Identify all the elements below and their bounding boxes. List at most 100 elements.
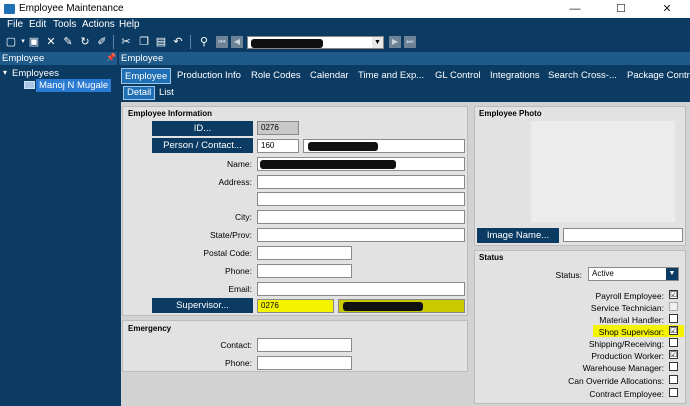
email-field[interactable] [257, 282, 465, 296]
shop-supervisor-label: Shop Supervisor: [598, 327, 664, 337]
delete-icon[interactable]: ✕ [44, 35, 58, 49]
city-label: City: [235, 212, 252, 222]
person-contact-name-field[interactable] [303, 139, 465, 153]
status-label: Status: [555, 270, 582, 280]
toolbar: ▢ ▾ ▣ ✕ ✎ ↻ ✐ ✂ ❐ ▤ ↶ ⚲ ⏮ ◀ ▼ ▶ ⏭ [0, 32, 690, 52]
menu-file[interactable]: File [7, 19, 23, 30]
main-header: Employee [119, 52, 690, 65]
image-name-field[interactable] [563, 228, 683, 242]
shipping-receiving-checkbox[interactable] [669, 338, 678, 347]
redacted-text [308, 142, 378, 151]
subtab-list[interactable]: List [159, 86, 174, 100]
postal-code-field[interactable] [257, 246, 352, 260]
emergency-contact-field[interactable] [257, 338, 352, 352]
menu-tools[interactable]: Tools [53, 19, 76, 30]
postal-code-label: Postal Code: [203, 248, 252, 258]
id-field[interactable]: 0276 [257, 121, 299, 135]
warehouse-manager-label: Warehouse Manager: [582, 363, 664, 373]
copy-icon[interactable]: ❐ [137, 35, 151, 49]
supervisor-name-field[interactable] [338, 299, 465, 313]
payroll-employee-checkbox[interactable]: ☑ [669, 290, 678, 299]
tree-item-employee[interactable]: Manoj N Mugale [36, 79, 112, 92]
person-contact-button[interactable]: Person / Contact... [152, 138, 253, 153]
phone-field[interactable] [257, 264, 352, 278]
cut-icon[interactable]: ✂ [119, 35, 133, 49]
save-icon[interactable]: ▣ [27, 35, 41, 49]
tab-production-info[interactable]: Production Info [177, 68, 241, 84]
tree-root[interactable]: Employees [12, 68, 59, 79]
address-line2-field[interactable] [257, 192, 465, 206]
tab-search[interactable]: Search [548, 68, 578, 84]
image-name-button[interactable]: Image Name... [477, 228, 559, 243]
state-label: State/Prov: [209, 230, 252, 240]
maximize-button[interactable]: ☐ [598, 0, 644, 18]
tree-pane-header: Employee [0, 52, 117, 65]
window-title: Employee Maintenance [19, 3, 124, 14]
emergency-phone-field[interactable] [257, 356, 352, 370]
last-record-icon[interactable]: ⏭ [404, 36, 416, 48]
menu-edit[interactable]: Edit [29, 19, 46, 30]
contract-employee-checkbox[interactable] [669, 388, 678, 397]
close-button[interactable]: ✕ [644, 0, 690, 18]
tab-gl-control[interactable]: GL Control [435, 68, 481, 84]
subtab-detail[interactable]: Detail [123, 86, 156, 100]
employee-card-icon [24, 81, 35, 89]
supervisor-id-field[interactable]: 0276 [257, 299, 334, 313]
person-contact-id-field[interactable]: 160 [257, 139, 299, 153]
chevron-down-icon[interactable]: ▼ [666, 268, 678, 280]
shipping-receiving-label: Shipping/Receiving: [588, 339, 664, 349]
address-line1-field[interactable] [257, 175, 465, 189]
minimize-button[interactable]: — [552, 0, 598, 18]
tab-integrations[interactable]: Integrations [490, 68, 540, 84]
toolbar-separator [190, 35, 191, 49]
emergency-phone-label: Phone: [225, 358, 252, 368]
photo-frame [531, 121, 675, 222]
undo-icon[interactable]: ↶ [171, 35, 185, 49]
shop-supervisor-checkbox[interactable]: ☑ [669, 326, 678, 335]
toolbar-separator [113, 35, 114, 49]
title-bar: Employee Maintenance — ☐ ✕ [0, 0, 690, 18]
material-handler-label: Material Handler: [599, 315, 664, 325]
tab-employee[interactable]: Employee [121, 68, 172, 84]
pin-icon[interactable]: 📌 [106, 53, 116, 62]
paste-icon[interactable]: ▤ [154, 35, 168, 49]
warehouse-manager-checkbox[interactable] [669, 362, 678, 371]
state-field[interactable] [257, 228, 465, 242]
tree-pane: Employee 📌 ▾ Employees Manoj N Mugale [0, 52, 117, 406]
tab-cross[interactable]: Cross-... [581, 68, 617, 84]
city-field[interactable] [257, 210, 465, 224]
tab-time-and-expense[interactable]: Time and Exp... [358, 68, 424, 84]
override-allocations-checkbox[interactable] [669, 375, 678, 384]
chevron-down-icon[interactable]: ▼ [372, 37, 383, 48]
status-title: Status [479, 253, 504, 262]
service-technician-checkbox[interactable] [669, 302, 678, 311]
menu-actions[interactable]: Actions [82, 19, 115, 30]
next-record-icon[interactable]: ▶ [389, 36, 401, 48]
collapse-icon[interactable]: ▾ [3, 68, 7, 77]
redacted-text [260, 160, 396, 169]
binoculars-icon[interactable]: ⚲ [197, 35, 211, 49]
first-record-icon[interactable]: ⏮ [216, 36, 228, 48]
record-selector[interactable]: ▼ [247, 36, 384, 49]
tab-calendar[interactable]: Calendar [310, 68, 349, 84]
name-label: Name: [226, 159, 252, 169]
refresh-icon[interactable]: ↻ [78, 35, 92, 49]
name-field[interactable] [257, 157, 465, 171]
menu-bar: File Edit Tools Actions Help [0, 18, 690, 32]
prev-record-icon[interactable]: ◀ [231, 36, 243, 48]
id-button[interactable]: ID... [152, 121, 253, 136]
supervisor-button[interactable]: Supervisor... [152, 298, 253, 313]
app-icon [4, 4, 15, 14]
production-worker-checkbox[interactable]: ☑ [669, 350, 678, 359]
payroll-employee-label: Payroll Employee: [595, 291, 664, 301]
menu-help[interactable]: Help [119, 19, 140, 30]
email-label: Email: [228, 284, 252, 294]
material-handler-checkbox[interactable] [669, 314, 678, 323]
brush-icon[interactable]: ✐ [95, 35, 109, 49]
tab-package-control[interactable]: Package Control [627, 68, 690, 84]
service-technician-label: Service Technician: [590, 303, 664, 313]
tab-role-codes[interactable]: Role Codes [251, 68, 301, 84]
employee-info-title: Employee Information [128, 109, 213, 118]
override-allocations-label: Can Override Allocations: [568, 376, 664, 386]
eraser-icon[interactable]: ✎ [61, 35, 75, 49]
